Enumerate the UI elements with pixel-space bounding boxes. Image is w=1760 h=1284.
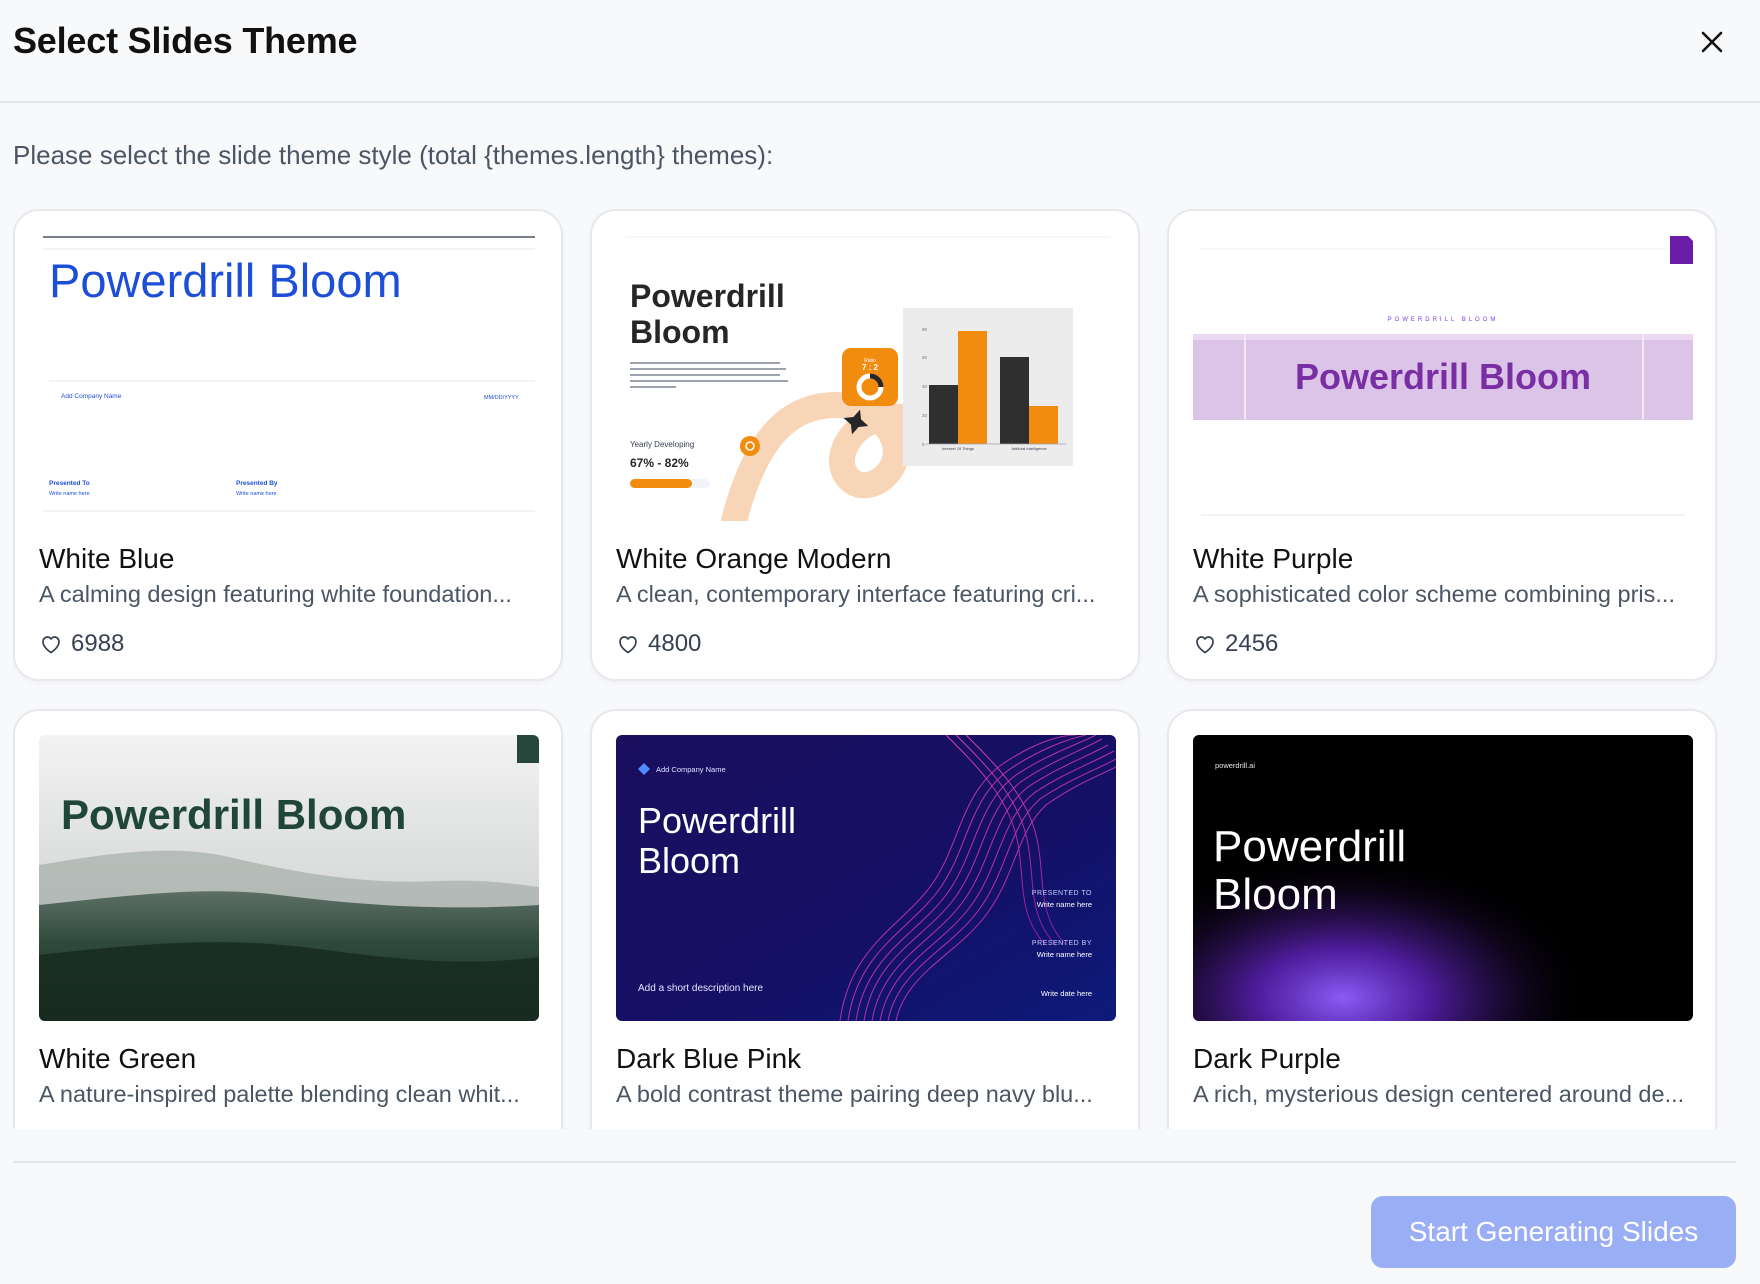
theme-grid: Powerdrill Bloom Add Company Name MM/DD/… <box>13 209 1723 1129</box>
preview-slide-graphic: Add Company Name Powerdrill Bloom PRESEN… <box>616 735 1116 1021</box>
preview-chart-category: Internet Of Things <box>942 446 974 451</box>
preview-title: Powerdrill Bloom <box>61 791 406 838</box>
preview-company: Add Company Name <box>656 765 726 774</box>
theme-description: A rich, mysterious design centered aroun… <box>1193 1081 1685 1107</box>
heart-icon <box>619 636 637 654</box>
theme-name: White Purple <box>1193 543 1354 574</box>
preview-title-line1: Powerdrill <box>638 800 796 841</box>
theme-preview-white-blue: Powerdrill Bloom Add Company Name MM/DD/… <box>39 235 539 521</box>
like-count: 6988 <box>71 630 125 657</box>
theme-name: Dark Purple <box>1193 1043 1341 1074</box>
theme-card-white-orange-modern[interactable]: Powerdrill Bloom Yearly Developing 67% -… <box>590 209 1140 681</box>
like-button[interactable]: 4800 <box>616 629 701 659</box>
preview-slide-graphic: powerdrill.ai Powerdrill Bloom <box>1193 735 1693 1021</box>
theme-name: White Orange Modern <box>616 543 892 574</box>
preview-slide-graphic: POWERDRILL BLOOM Powerdrill Bloom <box>1193 236 1693 516</box>
preview-slide-graphic: Powerdrill Bloom Add Company Name MM/DD/… <box>43 236 535 512</box>
theme-name: White Blue <box>39 543 175 574</box>
like-count: 2456 <box>1225 630 1279 657</box>
dialog-title: Select Slides Theme <box>13 20 358 61</box>
theme-description: A nature-inspired palette blending clean… <box>39 1081 520 1107</box>
preview-brand: powerdrill.ai <box>1215 761 1255 770</box>
svg-text:40: 40 <box>922 384 928 389</box>
footer-divider <box>13 1161 1736 1163</box>
like-button[interactable]: 2456 <box>1193 629 1278 659</box>
start-generating-button[interactable]: Start Generating Slides <box>1371 1196 1736 1268</box>
preview-presented-by-label: PRESENTED BY <box>1032 940 1092 947</box>
theme-description: A bold contrast theme pairing deep navy … <box>616 1081 1093 1107</box>
close-icon <box>1701 31 1723 53</box>
preview-title-line2: Bloom <box>1213 870 1338 919</box>
heart-icon <box>42 636 60 654</box>
preview-title: Powerdrill Bloom <box>1295 356 1591 397</box>
preview-title-line2: Bloom <box>638 840 740 881</box>
preview-presented-by-value: Write name here <box>236 491 277 497</box>
preview-title-line1: Powerdrill <box>1213 822 1406 871</box>
svg-text:80: 80 <box>922 327 928 332</box>
preview-presented-to-value: Write name here <box>49 491 90 497</box>
theme-preview-dark-purple: powerdrill.ai Powerdrill Bloom <box>1193 735 1693 1021</box>
dialog-subtitle: Please select the slide theme style (tot… <box>13 140 774 170</box>
dialog-header: Select Slides Theme <box>0 0 1760 103</box>
preview-metric-label: Yearly Developing <box>630 440 694 449</box>
preview-date: MM/DD/YYYY <box>484 395 519 401</box>
preview-slide-graphic: Powerdrill Bloom Yearly Developing 67% -… <box>626 236 1110 521</box>
close-button[interactable] <box>1692 22 1732 62</box>
preview-title-line1: Powerdrill <box>630 278 785 314</box>
theme-preview-white-orange-modern: Powerdrill Bloom Yearly Developing 67% -… <box>616 235 1116 521</box>
theme-description: A calming design featuring white foundat… <box>39 581 512 607</box>
theme-card-dark-blue-pink[interactable]: Add Company Name Powerdrill Bloom PRESEN… <box>590 709 1140 1129</box>
preview-presented-by-label: Presented By <box>236 480 278 487</box>
theme-preview-white-purple: POWERDRILL BLOOM Powerdrill Bloom <box>1193 235 1693 521</box>
preview-kicker: POWERDRILL BLOOM <box>1388 317 1499 323</box>
preview-presented-by-value: Write name here <box>1037 950 1092 959</box>
preview-title: Powerdrill Bloom <box>49 254 402 307</box>
preview-presented-to-label: PRESENTED TO <box>1032 890 1092 897</box>
svg-text:60: 60 <box>922 355 928 360</box>
preview-presented-to-label: Presented To <box>49 480 90 487</box>
like-count: 4800 <box>648 630 702 657</box>
theme-preview-dark-blue-pink: Add Company Name Powerdrill Bloom PRESEN… <box>616 735 1116 1021</box>
theme-description: A clean, contemporary interface featurin… <box>616 581 1096 607</box>
svg-text:20: 20 <box>922 413 928 418</box>
theme-name: White Green <box>39 1043 197 1074</box>
like-button[interactable]: 6988 <box>39 629 124 659</box>
preview-description: Add a short description here <box>638 983 764 994</box>
preview-chart-category: Artificial Intelligence <box>1011 446 1047 451</box>
preview-ratio-value: 7 : 2 <box>862 363 879 372</box>
theme-card-white-purple[interactable]: POWERDRILL BLOOM Powerdrill Bloom White … <box>1167 209 1717 681</box>
preview-company: Add Company Name <box>61 393 122 400</box>
preview-presented-to-value: Write name here <box>1037 900 1092 909</box>
preview-date: Write date here <box>1041 989 1092 998</box>
preview-title-line2: Bloom <box>630 314 730 350</box>
heart-icon <box>1196 636 1214 654</box>
preview-metric-value: 67% - 82% <box>630 456 689 470</box>
theme-preview-white-green: Powerdrill Bloom <box>39 735 539 1021</box>
preview-slide-graphic: Powerdrill Bloom <box>39 735 539 1021</box>
theme-description: A sophisticated color scheme combining p… <box>1193 581 1675 607</box>
theme-card-white-blue[interactable]: Powerdrill Bloom Add Company Name MM/DD/… <box>13 209 563 681</box>
theme-card-dark-purple[interactable]: powerdrill.ai Powerdrill Bloom Dark Purp… <box>1167 709 1717 1129</box>
theme-name: Dark Blue Pink <box>616 1043 802 1074</box>
theme-card-white-green[interactable]: Powerdrill Bloom White Green A nature-in… <box>13 709 563 1129</box>
